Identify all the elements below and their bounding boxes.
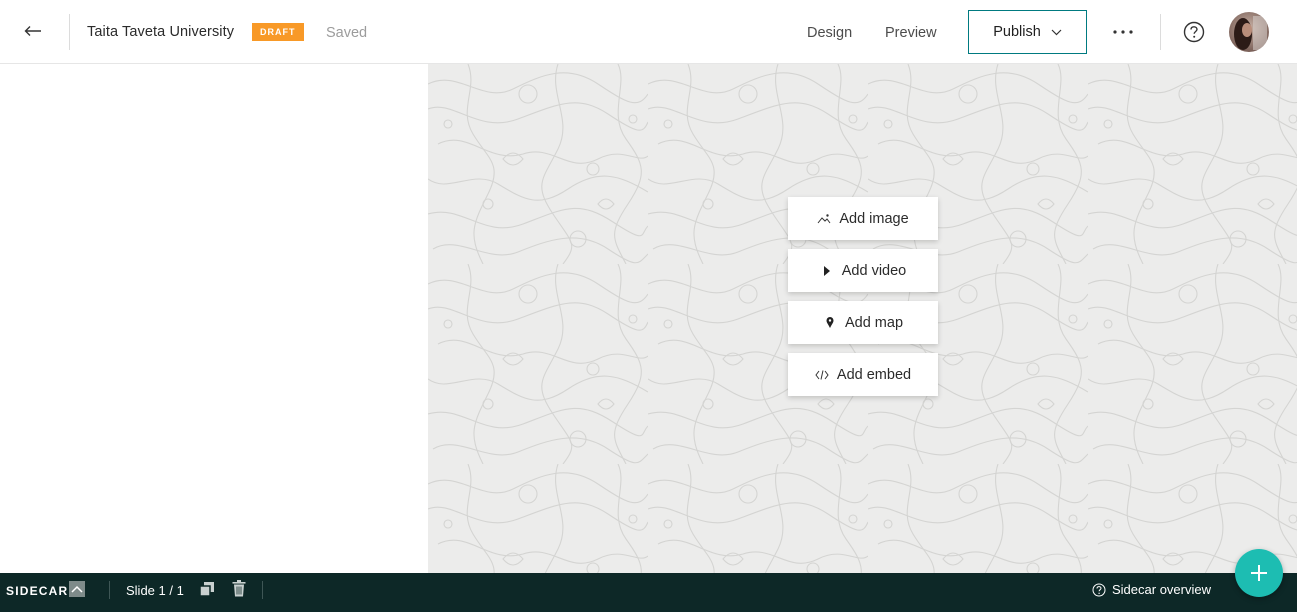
sidecar-footer: SIDECAR Slide 1 / 1 Sidecar overview [0, 573, 1297, 612]
play-icon [820, 264, 834, 278]
add-video-button[interactable]: Add video [788, 249, 938, 292]
sidecar-label: SIDECAR [6, 584, 69, 598]
question-circle-icon[interactable] [1183, 21, 1205, 43]
plus-icon [1251, 565, 1267, 581]
publish-button[interactable]: Publish [968, 10, 1087, 54]
collapse-button[interactable] [69, 581, 85, 597]
header-divider-right [1160, 14, 1161, 50]
more-options-button[interactable] [1110, 20, 1136, 44]
add-image-button[interactable]: Add image [788, 197, 938, 240]
avatar-image [1229, 12, 1269, 52]
footer-divider [109, 581, 110, 599]
app-header: Taita Taveta University DRAFT Saved Desi… [0, 0, 1297, 64]
preview-tab[interactable]: Preview [885, 25, 937, 41]
chevron-down-icon [1051, 29, 1062, 35]
draft-badge: DRAFT [252, 23, 304, 41]
footer-divider-2 [262, 581, 263, 599]
map-pin-icon [823, 316, 837, 330]
add-slide-button[interactable] [1235, 549, 1283, 597]
more-horizontal-icon [1113, 30, 1133, 34]
add-map-label: Add map [844, 314, 904, 331]
trash-icon[interactable] [232, 580, 246, 597]
add-map-button[interactable]: Add map [788, 301, 938, 344]
story-title: Taita Taveta University [87, 24, 235, 40]
code-icon [815, 368, 829, 382]
duplicate-icon[interactable] [199, 581, 215, 597]
chevron-up-icon [71, 585, 83, 593]
back-button[interactable] [20, 18, 46, 44]
sidecar-overview-label: Sidecar overview [1112, 582, 1211, 597]
design-tab[interactable]: Design [807, 25, 852, 41]
publish-label: Publish [993, 24, 1041, 40]
sidecar-narrative-panel[interactable] [0, 64, 428, 573]
slide-counter: Slide 1 / 1 [126, 583, 184, 598]
media-stage: Add image Add video Add map Add embed [428, 64, 1297, 573]
add-image-label: Add image [839, 210, 909, 227]
header-divider [69, 14, 70, 50]
add-video-label: Add video [841, 262, 907, 279]
image-icon [817, 212, 831, 226]
user-avatar[interactable] [1229, 12, 1269, 52]
save-status: Saved [326, 25, 368, 41]
question-circle-icon [1092, 583, 1106, 596]
add-embed-label: Add embed [836, 366, 912, 383]
add-embed-button[interactable]: Add embed [788, 353, 938, 396]
arrow-left-icon [24, 26, 41, 36]
sidecar-overview-link[interactable]: Sidecar overview [1092, 582, 1211, 597]
